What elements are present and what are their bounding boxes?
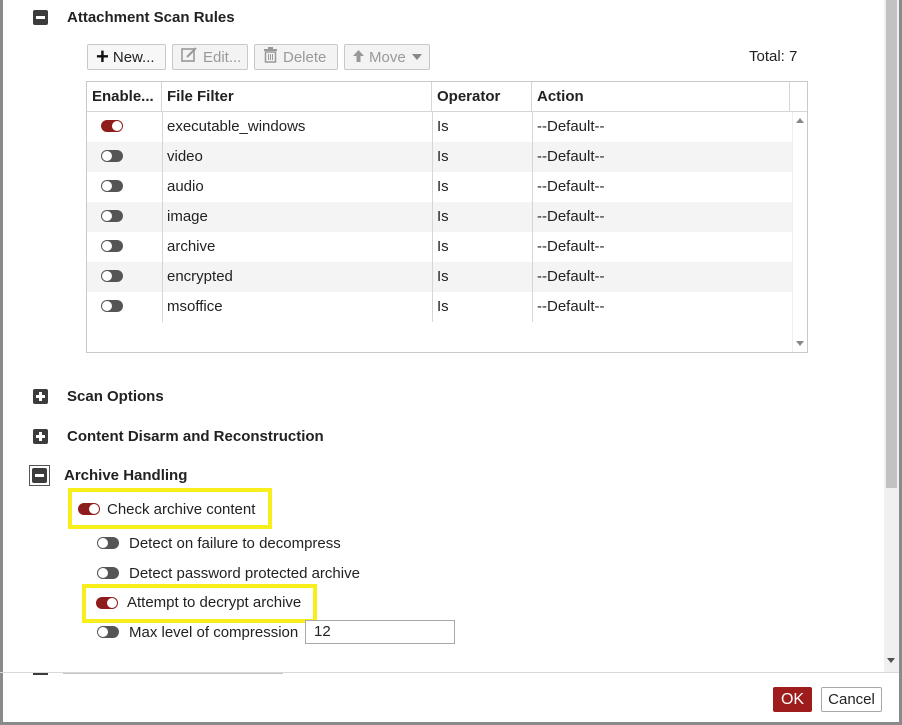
enable-toggle[interactable]	[101, 240, 123, 252]
enable-toggle[interactable]	[101, 150, 123, 162]
attempt-decrypt-toggle[interactable]	[96, 597, 118, 609]
column-divider	[432, 112, 433, 322]
action-cell: --Default--	[537, 238, 605, 255]
file-filter-cell: archive	[167, 238, 216, 255]
table-row[interactable]: msoffice Is --Default--	[87, 292, 793, 322]
operator-cell: Is	[437, 298, 449, 315]
dialog-left-border	[0, 0, 3, 725]
cdr-title: Content Disarm and Reconstruction	[67, 428, 324, 445]
operator-cell: Is	[437, 268, 449, 285]
action-cell: --Default--	[537, 178, 605, 195]
collapse-icon[interactable]	[33, 10, 48, 25]
file-filter-cell: executable_windows	[167, 118, 306, 135]
action-cell: --Default--	[537, 298, 605, 315]
delete-button-label: Delete	[283, 48, 327, 66]
enable-toggle[interactable]	[101, 270, 123, 282]
table-row[interactable]: video Is --Default--	[87, 142, 793, 172]
trash-icon	[263, 47, 278, 67]
edit-button-label: Edit...	[203, 48, 242, 66]
column-header-enable[interactable]: Enable...	[87, 82, 162, 111]
collapse-icon[interactable]	[32, 468, 47, 483]
operator-cell: Is	[437, 148, 449, 165]
column-header-action[interactable]: Action	[532, 82, 790, 111]
scroll-down-arrow-icon[interactable]	[796, 341, 804, 346]
column-header-file-filter[interactable]: File Filter	[162, 82, 432, 111]
enable-toggle[interactable]	[101, 210, 123, 222]
scan-options-header[interactable]: Scan Options	[33, 388, 164, 405]
action-cell: --Default--	[537, 118, 605, 135]
ok-button[interactable]: OK	[773, 687, 812, 712]
file-filter-cell: video	[167, 148, 203, 165]
expand-icon[interactable]	[33, 429, 48, 444]
table-row[interactable]: audio Is --Default--	[87, 172, 793, 202]
column-divider	[532, 112, 533, 322]
file-filter-cell: msoffice	[167, 298, 223, 315]
total-count: Total: 7	[749, 48, 798, 65]
table-header: Enable... File Filter Operator Action	[87, 82, 807, 112]
check-archive-content-label: Check archive content	[107, 501, 256, 518]
action-cell: --Default--	[537, 148, 605, 165]
action-cell: --Default--	[537, 268, 605, 285]
action-cell: --Default--	[537, 208, 605, 225]
new-button[interactable]: + New...	[87, 44, 166, 70]
scroll-up-arrow-icon[interactable]	[796, 118, 804, 123]
attachment-scan-rules-header[interactable]: Attachment Scan Rules	[33, 9, 235, 26]
edit-button[interactable]: Edit...	[172, 44, 248, 70]
table-row[interactable]: executable_windows Is --Default--	[87, 112, 793, 142]
cdr-header[interactable]: Content Disarm and Reconstruction	[33, 428, 324, 445]
table-scrollbar[interactable]	[792, 112, 807, 352]
enable-toggle[interactable]	[101, 300, 123, 312]
detect-password-label: Detect password protected archive	[129, 565, 360, 582]
edit-icon	[181, 47, 198, 67]
enable-toggle[interactable]	[101, 180, 123, 192]
delete-button[interactable]: Delete	[254, 44, 338, 70]
archive-handling-header[interactable]: Archive Handling	[29, 465, 187, 486]
operator-cell: Is	[437, 118, 449, 135]
max-level-toggle[interactable]	[97, 626, 119, 638]
new-button-label: New...	[112, 48, 155, 66]
dialog-scrollbar[interactable]	[884, 0, 899, 672]
attempt-decrypt-label: Attempt to decrypt archive	[127, 594, 302, 611]
table-body: executable_windows Is --Default-- video …	[87, 112, 793, 322]
table-row[interactable]: image Is --Default--	[87, 202, 793, 232]
archive-handling-title: Archive Handling	[64, 467, 188, 484]
expand-icon[interactable]	[33, 389, 48, 404]
move-button-label: Move	[369, 48, 406, 66]
enable-toggle[interactable]	[101, 120, 123, 132]
file-filter-cell: audio	[167, 178, 204, 195]
detect-failure-toggle[interactable]	[97, 537, 119, 549]
detect-password-toggle[interactable]	[97, 567, 119, 579]
check-archive-content-toggle[interactable]	[78, 503, 100, 515]
attachment-scan-rules-title: Attachment Scan Rules	[67, 9, 235, 26]
operator-cell: Is	[437, 208, 449, 225]
detect-failure-label: Detect on failure to decompress	[129, 535, 341, 552]
file-filter-cell: image	[167, 208, 208, 225]
column-divider	[162, 112, 163, 322]
scan-options-title: Scan Options	[67, 388, 164, 405]
move-button[interactable]: Move	[344, 44, 430, 70]
footer-divider	[0, 672, 899, 673]
operator-cell: Is	[437, 178, 449, 195]
dialog-scrollbar-thumb[interactable]	[886, 0, 897, 488]
cancel-button[interactable]: Cancel	[821, 687, 882, 712]
collapse-focus-box[interactable]	[29, 465, 50, 486]
file-filter-cell: encrypted	[167, 268, 233, 285]
plus-icon: +	[96, 44, 109, 69]
scan-rules-table: Enable... File Filter Operator Action ex…	[86, 81, 808, 353]
max-level-label: Max level of compression	[129, 624, 299, 641]
arrow-up-icon	[353, 49, 364, 66]
column-header-operator[interactable]: Operator	[432, 82, 532, 111]
table-row[interactable]: archive Is --Default--	[87, 232, 793, 262]
max-level-input[interactable]: 12	[305, 620, 455, 644]
scroll-down-arrow-icon[interactable]	[887, 658, 895, 663]
operator-cell: Is	[437, 238, 449, 255]
chevron-down-icon	[411, 54, 422, 60]
table-row[interactable]: encrypted Is --Default--	[87, 262, 793, 292]
